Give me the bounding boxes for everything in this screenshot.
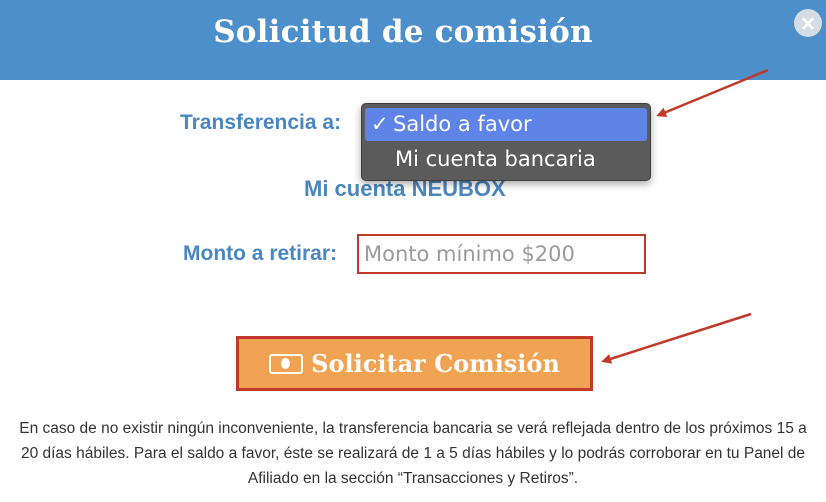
- amount-label: Monto a retirar:: [183, 242, 338, 265]
- dialog-header: Solicitud de comisión ×: [0, 0, 826, 80]
- transfer-label: Transferencia a:: [180, 111, 342, 134]
- submit-commission-button[interactable]: Solicitar Comisión: [236, 336, 593, 391]
- money-bill-icon: [269, 354, 304, 374]
- footer-note: En caso de no existir ningún inconvenien…: [19, 420, 807, 487]
- arrow-to-button: [601, 312, 752, 364]
- submit-label: Solicitar Comisión: [311, 349, 560, 378]
- option-label: Mi cuenta bancaria: [395, 147, 596, 171]
- close-icon[interactable]: ×: [794, 9, 822, 37]
- dropdown-option-saldo[interactable]: ✓ Saldo a favor: [365, 108, 647, 141]
- option-label: Saldo a favor: [393, 112, 532, 136]
- checkmark-icon: ✓: [371, 112, 389, 136]
- transfer-dropdown-menu[interactable]: ✓ Saldo a favor Mi cuenta bancaria: [361, 103, 651, 181]
- dialog-title: Solicitud de comisión: [213, 14, 593, 50]
- amount-input[interactable]: Monto mínimo $200: [357, 234, 646, 274]
- dropdown-option-cuenta[interactable]: Mi cuenta bancaria: [365, 143, 647, 176]
